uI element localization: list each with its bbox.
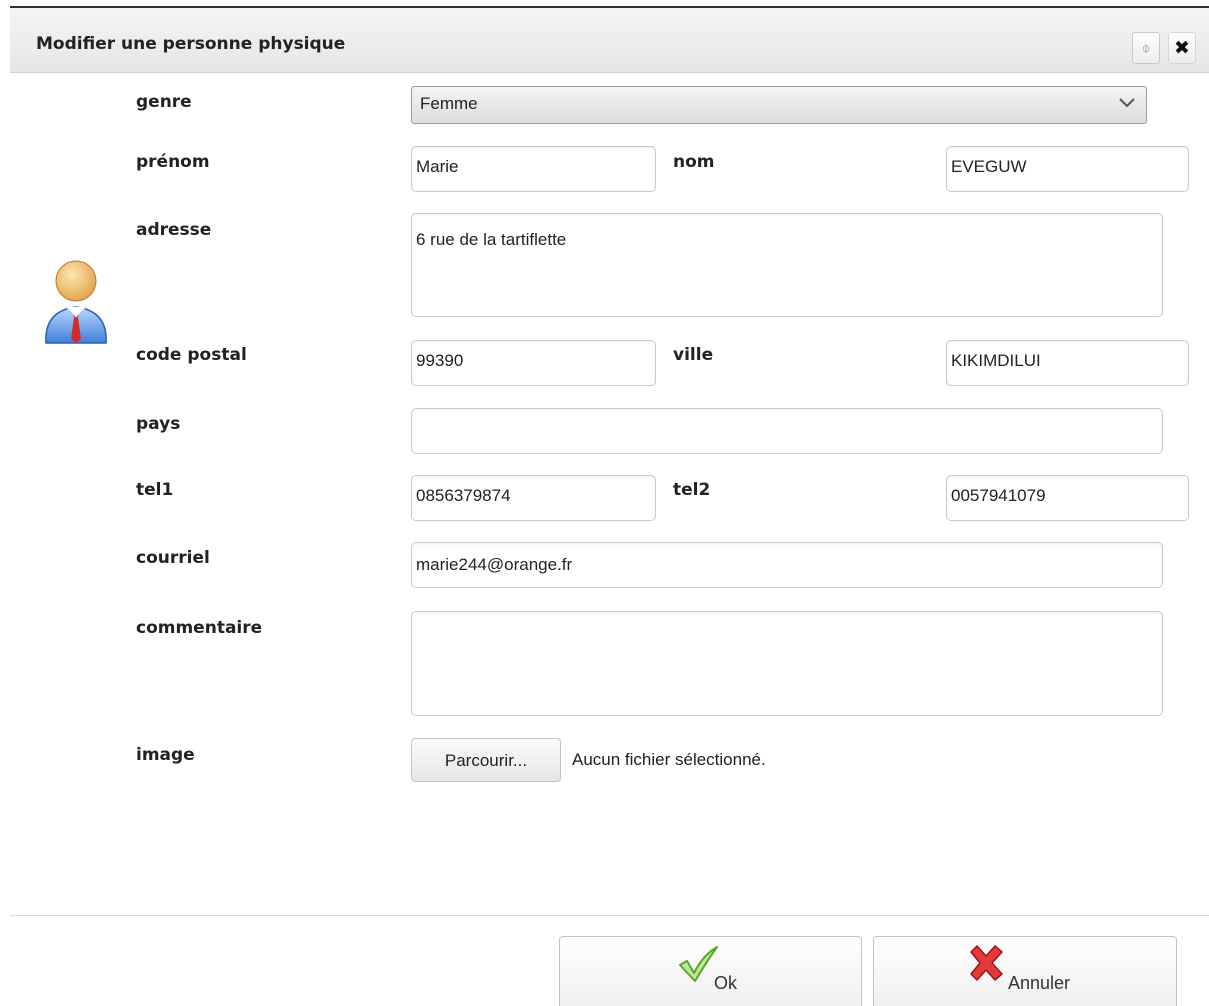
nom-input[interactable]: EVEGUW [946,146,1189,192]
close-icon: ✖ [1174,37,1190,59]
close-button[interactable]: ✖ [1168,32,1196,64]
cancel-button[interactable]: Annuler [873,936,1177,1006]
ok-button[interactable]: Ok [559,936,862,1006]
pays-input[interactable] [411,408,1163,454]
commentaire-textarea[interactable] [411,611,1163,716]
cancel-label: Annuler [1008,973,1071,993]
refresh-icon: ⌽ [1141,39,1151,57]
checkmark-icon [679,946,718,982]
prenom-input[interactable]: Marie [411,146,656,192]
refresh-button[interactable]: ⌽ [1132,32,1160,64]
footer-divider [10,915,1209,916]
ville-input[interactable]: KIKIMDILUI [946,340,1189,386]
genre-label: genre [136,92,192,112]
adresse-textarea[interactable]: 6 rue de la tartiflette [411,213,1163,317]
tel2-input[interactable]: 0057941079 [946,475,1189,521]
genre-value: Femme [420,94,478,113]
code-postal-input[interactable]: 99390 [411,340,656,386]
dialog-title: Modifier une personne physique [36,34,346,54]
browse-button[interactable]: Parcourir... [411,738,561,782]
tel1-input[interactable]: 0856379874 [411,475,656,521]
code-postal-label: code postal [136,345,247,365]
tel1-label: tel1 [136,480,174,500]
chevron-down-icon [1119,98,1135,108]
image-label: image [136,745,195,765]
user-avatar-icon [45,260,107,344]
tel2-label: tel2 [673,480,711,500]
adresse-label: adresse [136,220,212,240]
courriel-input[interactable]: marie244@orange.fr [411,542,1163,588]
cancel-x-icon [970,945,1003,981]
courriel-label: courriel [136,548,210,568]
commentaire-label: commentaire [136,618,263,638]
pays-label: pays [136,414,181,434]
genre-select[interactable]: Femme [411,86,1147,124]
nom-label: nom [673,152,715,172]
ok-label: Ok [714,973,738,993]
file-status: Aucun fichier sélectionné. [572,750,766,769]
prenom-label: prénom [136,152,210,172]
dialog-titlebar: Modifier une personne physique ⌽ ✖ [10,8,1209,73]
ville-label: ville [673,345,714,365]
